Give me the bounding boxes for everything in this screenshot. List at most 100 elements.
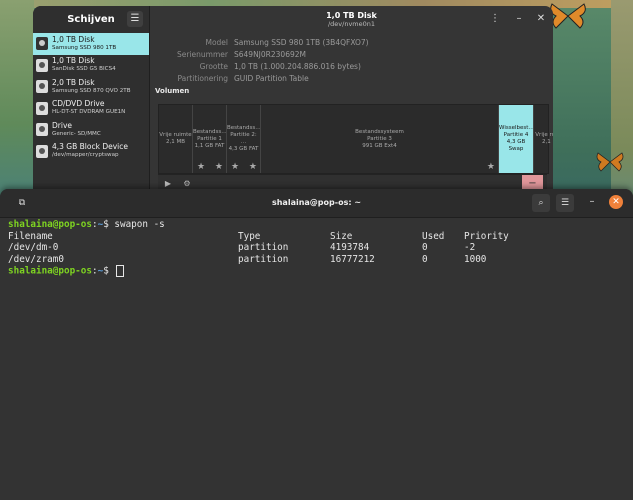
terminal-window: ⧉ shalaina@pop-os: ~ ⌕ ☰ – ✕ shalaina@po… [0, 189, 633, 500]
property-value: Samsung SSD 980 1TB (3B4QFXO7) [234, 38, 369, 47]
sidebar-header: Schijven ☰ [33, 6, 149, 33]
text-cursor [116, 265, 125, 277]
butterfly-image [550, 3, 586, 29]
table-cell: 0 [422, 242, 428, 253]
disk-list-item[interactable]: 4,3 GB Block Device/dev/mapper/cryptswap [33, 141, 149, 163]
disk-item-model: /dev/mapper/cryptswap [52, 152, 119, 159]
close-icon[interactable]: ✕ [609, 195, 623, 209]
partition-line: 4,3 GB FAT [228, 146, 259, 152]
property-label: Model [205, 38, 228, 47]
star-icon: ★ [214, 162, 223, 172]
hamburger-menu-icon[interactable]: ☰ [127, 11, 143, 27]
table-cell: Filename [8, 230, 53, 242]
disk-list-item[interactable]: 1,0 TB Disk SanDisk SSD G5 BICS4 [33, 55, 149, 77]
disk-item-name: Drive [52, 120, 72, 130]
disk-item-text: CD/DVD Drive HL-DT-ST DVDRAM GUE1N [52, 99, 125, 117]
disk-item-text: 4,3 GB Block Device/dev/mapper/cryptswap [52, 142, 128, 160]
terminal-output[interactable]: shalaina@pop-os:~$ swapon -s Filename Typ… [8, 219, 625, 500]
property-row: Model Samsung SSD 980 1TB (3B4QFXO7) [150, 38, 553, 50]
partition-line: Partitie 2: … [230, 132, 257, 145]
butterfly-image [596, 152, 624, 172]
drive-icon [36, 37, 48, 51]
disks-main: 1,0 TB Disk /dev/nvme0n1 ⋮ – ✕ Model Sams… [150, 6, 553, 192]
disk-item-name: 1,0 TB Disk [52, 34, 95, 44]
disk-item-text: 1,0 TB Disk Samsung SSD 980 1TB [52, 35, 116, 53]
property-row: Partitionering GUID Partition Table [150, 74, 553, 86]
disk-item-name: 4,3 GB Block Device [52, 142, 128, 152]
partition-block[interactable]: Vrije ruimte2,1 MB [534, 105, 553, 173]
partition-line: Partitie 1 [197, 135, 222, 142]
partition-line: 4,3 GB Swap [506, 139, 526, 152]
partition-block[interactable]: Vrije ruimte2,1 MB [159, 105, 193, 173]
partition-block[interactable]: Wisselbest… Partitie 4 4,3 GB Swap [499, 105, 534, 173]
partition-line: 2,1 MB [165, 139, 185, 145]
partition-line: Partitie 4 [503, 132, 529, 138]
drive-icon [36, 123, 48, 137]
prompt-line: shalaina@pop-os:~$ [8, 265, 625, 277]
swapon-output: Filename Type Size Used Priority/dev/dm-0 par… [8, 231, 625, 266]
partition-block[interactable]: Bestandssysteem Partitie 3 991 GB Ext4 ★ [261, 105, 499, 173]
table-cell: 0 [422, 253, 428, 265]
disk-list-item[interactable]: Drive Generic- SD/MMC [33, 119, 149, 141]
table-row: /dev/zram0 partition 16777212 0 1000 [8, 254, 625, 266]
property-row: Serienummer S649NJ0R230692M [150, 50, 553, 62]
star-icon: ★ [248, 162, 257, 172]
partition-line: Partitie 3 [367, 135, 392, 142]
sidebar-title: Schijven [67, 14, 115, 25]
disk-item-text: 1,0 TB Disk SanDisk SSD G5 BICS4 [52, 56, 116, 74]
partition-line: Vrije ruimte [535, 132, 553, 138]
disk-item-model: HL-DT-ST DVDRAM GUE1N [52, 109, 126, 116]
table-cell: -2 [464, 242, 476, 253]
partition-line: Bestandss… [227, 125, 261, 131]
disks-sidebar: Schijven ☰ 1,0 TB Disk Samsung SSD 980 1T… [33, 6, 150, 192]
disk-item-text: Drive Generic- SD/MMC [52, 121, 101, 139]
property-row: Grootte 1,0 TB (1.000.204.886.016 bytes) [150, 62, 553, 74]
table-cell: 1000 [464, 253, 487, 265]
table-row: /dev/dm-0 partition 4193784 0 -2 [8, 242, 625, 254]
partition-line: Vrije ruimte [159, 132, 192, 138]
star-icon: ★ [231, 162, 240, 172]
disk-item-name: 1,0 TB Disk [52, 56, 95, 66]
volumes-label: Volumen [155, 87, 190, 95]
table-cell: Size [330, 230, 353, 242]
disk-item-name: CD/DVD Drive [52, 99, 105, 109]
hamburger-menu-icon[interactable]: ☰ [556, 194, 574, 212]
search-icon[interactable]: ⌕ [532, 194, 550, 212]
volumes-bar: Vrije ruimte 2,1 MB Bestandss… Partitie 1 1,… [158, 104, 553, 174]
disk-properties: Model Samsung SSD 980 1TB (3B4QFXO7) Serie… [150, 38, 553, 86]
minimize-icon[interactable]: – [584, 194, 600, 210]
partition-line: Bestandssysteem [355, 128, 404, 135]
disk-list-item[interactable]: 2,0 TB Disk Samsung SSD 870 QVO 2TB [33, 76, 149, 98]
drive-icon [36, 101, 48, 115]
table-cell: partition [238, 253, 289, 265]
table-cell: Priority [464, 230, 509, 242]
disk-item-model: Samsung SSD 980 1TB [52, 44, 117, 51]
disk-item-model: Generic- SD/MMC [52, 130, 101, 137]
partition-block[interactable]: Bestandss… Partitie 2: … 4,3 GB FAT ★ ★ [227, 105, 261, 173]
disk-list: 1,0 TB Disk Samsung SSD 980 1TB 1,0 TB Dis… [33, 33, 149, 162]
disk-list-item[interactable]: CD/DVD Drive HL-DT-ST DVDRAM GUE1N [33, 98, 149, 120]
disk-item-name: 2,0 TB Disk [52, 77, 95, 87]
partition-line: 991 GB Ext4 [362, 142, 397, 149]
partition-block[interactable]: Bestandss… Partitie 1 1,1 GB FAT ★ ★ [193, 105, 227, 173]
disk-list-item[interactable]: 1,0 TB Disk Samsung SSD 980 1TB [33, 33, 149, 55]
table-cell: partition [238, 242, 289, 253]
drive-icon [36, 144, 48, 158]
kebab-menu-icon[interactable]: ⋮ [487, 11, 503, 27]
close-icon[interactable]: ✕ [533, 11, 549, 27]
table-cell: /dev/dm-0 [8, 242, 59, 253]
command-text: swapon -s [114, 219, 165, 230]
table-cell: 4193784 [330, 242, 370, 253]
property-value: GUID Partition Table [234, 74, 309, 83]
partition-line: 1,1 GB FAT [194, 142, 225, 149]
star-icon: ★ [197, 162, 206, 172]
minimize-icon[interactable]: – [511, 11, 527, 27]
partition-line: Bestandss… [193, 128, 227, 135]
table-cell: Used [422, 230, 445, 242]
terminal-header: ⧉ shalaina@pop-os: ~ ⌕ ☰ – ✕ [0, 189, 633, 218]
disk-item-text: 2,0 TB Disk Samsung SSD 870 QVO 2TB [52, 78, 131, 96]
table-cell: 16777212 [330, 253, 375, 265]
property-label: Partitionering [177, 74, 228, 83]
prompt-path: ~ [97, 219, 104, 230]
property-label: Serienummer [177, 50, 228, 59]
